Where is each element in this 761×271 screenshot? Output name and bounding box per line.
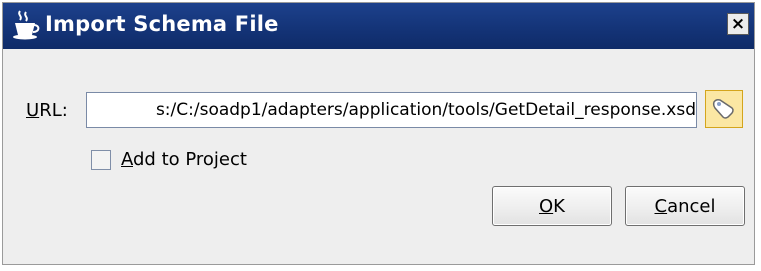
ok-button[interactable]: OK: [492, 186, 612, 226]
close-icon: ×: [730, 13, 746, 34]
add-to-project-text: dd to Project: [133, 149, 247, 170]
coffee-cup-icon: [13, 10, 40, 40]
url-label: URL:: [26, 100, 68, 121]
cancel-button[interactable]: Cancel: [625, 186, 745, 226]
add-to-project-label[interactable]: Add to Project: [121, 149, 247, 170]
add-to-project-mnemonic: A: [121, 149, 133, 170]
import-schema-dialog: Import Schema File × URL: s:/C:/soadp1/a…: [2, 2, 755, 265]
dialog-title: Import Schema File: [45, 12, 279, 36]
url-label-mnemonic: U: [26, 100, 40, 121]
ok-mnemonic: O: [539, 195, 554, 217]
close-button[interactable]: ×: [727, 13, 749, 35]
cancel-text: ancel: [667, 195, 716, 217]
ok-text: K: [553, 195, 565, 217]
title-bar[interactable]: Import Schema File ×: [3, 3, 754, 49]
url-input[interactable]: s:/C:/soadp1/adapters/application/tools/…: [86, 92, 697, 128]
url-label-text: RL:: [39, 100, 68, 121]
cancel-mnemonic: C: [654, 195, 668, 217]
browse-icon: [712, 99, 734, 119]
browse-button[interactable]: [705, 90, 743, 128]
add-to-project-checkbox[interactable]: [91, 150, 111, 170]
